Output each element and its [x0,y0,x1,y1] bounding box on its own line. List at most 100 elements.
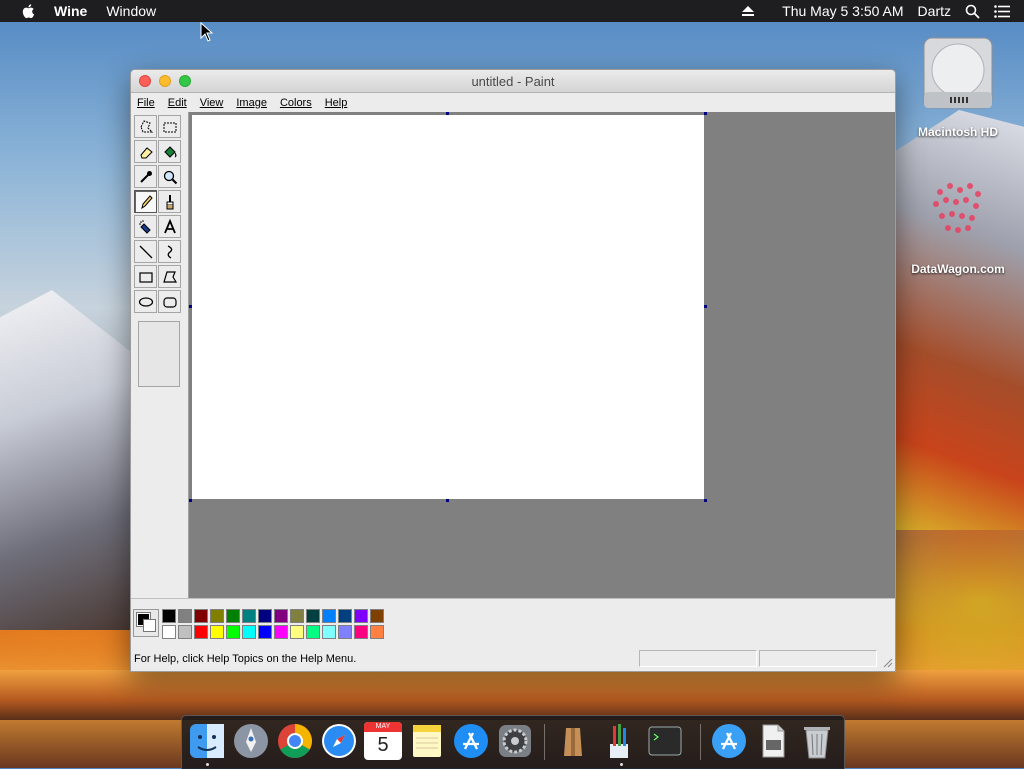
curve-tool[interactable] [158,240,181,263]
window-titlebar[interactable]: untitled - Paint [131,70,895,93]
notification-center-icon[interactable] [994,4,1010,18]
ellipse-icon [138,296,153,307]
palette-swatch[interactable] [354,609,368,623]
menu-help[interactable]: Help [325,97,348,109]
notes-icon[interactable] [408,722,446,760]
palette-swatch[interactable] [178,609,192,623]
terminal-icon[interactable] [646,722,684,760]
menu-colors[interactable]: Colors [280,97,312,109]
safari-icon[interactable] [320,722,358,760]
apple-menu-icon[interactable] [21,3,37,19]
app-store-downloads-icon[interactable] [710,722,748,760]
palette-swatch[interactable] [290,609,304,623]
finder-icon[interactable] [188,722,226,760]
palette-swatch[interactable] [178,625,192,639]
eject-icon[interactable] [742,6,755,16]
resize-handle-top[interactable] [446,112,449,115]
rectangle-tool[interactable] [134,265,157,288]
launchpad-icon[interactable] [232,722,270,760]
hard-drive-icon[interactable] [916,34,1000,114]
eraser-tool[interactable] [134,140,157,163]
brush-tool[interactable] [158,190,181,213]
palette-swatch[interactable] [194,609,208,623]
status-text: For Help, click Help Topics on the Help … [134,653,357,665]
current-colors[interactable] [133,609,159,637]
drawing-canvas[interactable] [192,115,704,499]
canvas-area[interactable] [189,112,895,598]
palette-swatch[interactable] [162,625,176,639]
palette-swatch[interactable] [258,625,272,639]
document-icon[interactable] [754,722,792,760]
airbrush-icon [138,219,151,234]
datawagon-label[interactable]: DataWagon.com [898,262,1018,276]
system-preferences-icon[interactable] [496,722,534,760]
palette-swatch[interactable] [226,625,240,639]
palette-swatch[interactable] [306,625,320,639]
fill-tool[interactable] [158,140,181,163]
palette-swatch[interactable] [290,625,304,639]
window-title: untitled - Paint [471,74,555,89]
menu-view[interactable]: View [200,97,224,109]
trash-icon[interactable] [798,722,836,760]
palette-swatch[interactable] [338,625,352,639]
status-cell-2 [759,650,877,667]
resize-grip-icon[interactable] [881,656,893,668]
free-select-tool[interactable] [134,115,157,138]
resize-handle-left[interactable] [189,305,192,308]
rounded-rect-tool[interactable] [158,290,181,313]
palette-swatch[interactable] [370,625,384,639]
palette-swatch[interactable] [194,625,208,639]
palette-swatch[interactable] [226,609,240,623]
palette-swatch[interactable] [322,609,336,623]
text-tool[interactable] [158,215,181,238]
resize-handle-right[interactable] [704,305,707,308]
palette-swatch[interactable] [210,625,224,639]
menu-edit[interactable]: Edit [168,97,187,109]
ellipse-tool[interactable] [134,290,157,313]
palette-swatch[interactable] [162,609,176,623]
resize-handle-corner[interactable] [704,499,707,502]
line-tool[interactable] [134,240,157,263]
menubar-user[interactable]: Dartz [918,3,951,19]
calendar-icon[interactable]: MAY 5 [364,722,402,760]
palette-swatch[interactable] [354,625,368,639]
rect-select-tool[interactable] [158,115,181,138]
app-name-menu[interactable]: Wine [54,3,87,19]
secondary-color [143,619,156,632]
palette-swatch[interactable] [322,625,336,639]
swatch-grid [162,609,386,641]
pencil-tool[interactable] [134,190,157,213]
datawagon-icon[interactable] [920,172,996,252]
finder-running-indicator [206,763,209,766]
tool-options-box[interactable] [138,321,180,387]
palette-swatch[interactable] [258,609,272,623]
fill-icon [163,145,176,158]
palette-swatch[interactable] [338,609,352,623]
menu-file[interactable]: File [137,97,155,109]
menubar-clock[interactable]: Thu May 5 3:50 AM [782,3,903,19]
palette-swatch[interactable] [210,609,224,623]
calendar-day: 5 [377,734,389,756]
polygon-tool[interactable] [158,265,181,288]
resize-handle-bottom[interactable] [446,499,449,502]
palette-swatch[interactable] [370,609,384,623]
chrome-icon[interactable] [276,722,314,760]
paint-brushes-icon[interactable] [600,722,638,760]
palette-swatch[interactable] [242,609,256,623]
resize-handle-top-right[interactable] [704,112,707,115]
resize-handle-bottom-left[interactable] [189,499,192,502]
curve-icon [167,244,172,259]
airbrush-tool[interactable] [134,215,157,238]
palette-swatch[interactable] [274,609,288,623]
palette-swatch[interactable] [306,609,320,623]
menu-window[interactable]: Window [106,3,156,19]
spotlight-search-icon[interactable] [965,4,980,19]
app-store-icon[interactable] [452,722,490,760]
archive-utility-icon[interactable] [554,722,592,760]
menu-image[interactable]: Image [236,97,267,109]
palette-swatch[interactable] [274,625,288,639]
color-picker-tool[interactable] [134,165,157,188]
palette-swatch[interactable] [242,625,256,639]
magnifier-tool[interactable] [158,165,181,188]
macintosh-hd-label[interactable]: Macintosh HD [898,125,1018,139]
